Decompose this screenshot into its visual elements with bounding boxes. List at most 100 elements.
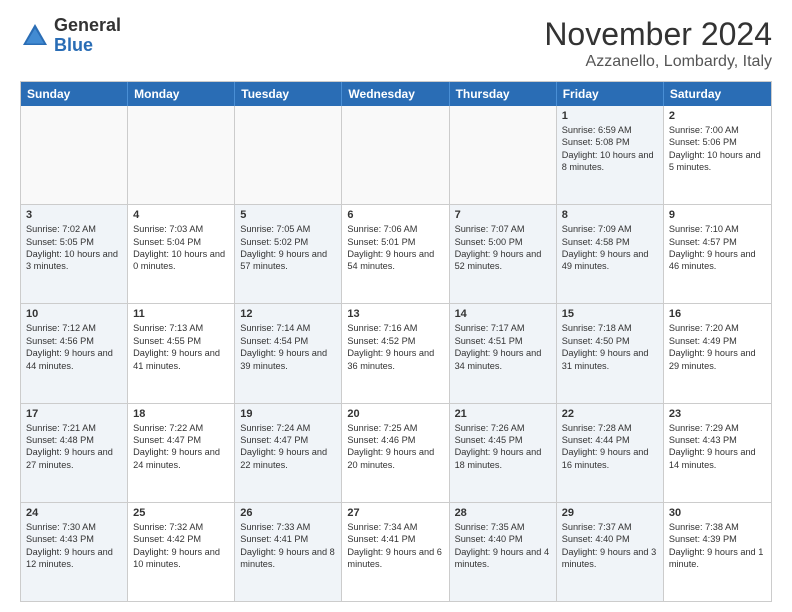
day-number: 7 [455,209,551,221]
location: Azzanello, Lombardy, Italy [544,53,772,71]
day-number: 26 [240,507,336,519]
calendar-cell: 22Sunrise: 7:28 AM Sunset: 4:44 PM Dayli… [557,404,664,502]
day-number: 17 [26,408,122,420]
calendar-cell: 13 Sunrise: 7:16 AM Sunset: 4:52 PM Dayli… [342,304,449,402]
day-info: Sunrise: 7:24 AM Sunset: 4:47 PM Dayligh… [240,422,336,472]
calendar-cell: 27 Sunrise: 7:34 AM Sunset: 4:41 PM Dayli… [342,503,449,601]
day-number: 30 [669,507,766,519]
logo-general: General [54,15,121,35]
calendar-row: 1Sunrise: 6:59 AM Sunset: 5:08 PM Daylig… [21,106,771,205]
day-info: Sunrise: 7:30 AM Sunset: 4:43 PM Dayligh… [26,521,122,571]
weekday-header: Tuesday [235,82,342,106]
calendar-cell [342,106,449,204]
day-number: 13 [347,308,443,320]
day-number: 12 [240,308,336,320]
day-info: Sunrise: 7:22 AM Sunset: 4:47 PM Dayligh… [133,422,229,472]
calendar-cell: 21 Sunrise: 7:26 AM Sunset: 4:45 PM Dayli… [450,404,557,502]
logo-text: General Blue [54,16,121,56]
day-info: Sunrise: 7:26 AM Sunset: 4:45 PM Dayligh… [455,422,551,472]
weekday-header: Sunday [21,82,128,106]
calendar-row: 10 Sunrise: 7:12 AM Sunset: 4:56 PM Dayli… [21,304,771,403]
weekday-header: Thursday [450,82,557,106]
day-number: 27 [347,507,443,519]
day-info: Sunrise: 7:18 AM Sunset: 4:50 PM Dayligh… [562,322,658,372]
calendar-cell: 11 Sunrise: 7:13 AM Sunset: 4:55 PM Dayli… [128,304,235,402]
day-number: 3 [26,209,122,221]
day-number: 10 [26,308,122,320]
calendar-cell [450,106,557,204]
day-number: 4 [133,209,229,221]
day-info: Sunrise: 7:38 AM Sunset: 4:39 PM Dayligh… [669,521,766,571]
calendar-cell [128,106,235,204]
day-info: Sunrise: 7:09 AM Sunset: 4:58 PM Dayligh… [562,223,658,273]
day-number: 25 [133,507,229,519]
header: General Blue November 2024 Azzanello, Lo… [20,16,772,71]
weekday-header: Saturday [664,82,771,106]
calendar-cell: 18 Sunrise: 7:22 AM Sunset: 4:47 PM Dayli… [128,404,235,502]
calendar-cell: 4 Sunrise: 7:03 AM Sunset: 5:04 PM Daylig… [128,205,235,303]
day-info: Sunrise: 7:35 AM Sunset: 4:40 PM Dayligh… [455,521,551,571]
calendar-cell: 28 Sunrise: 7:35 AM Sunset: 4:40 PM Dayli… [450,503,557,601]
calendar-cell: 1Sunrise: 6:59 AM Sunset: 5:08 PM Daylig… [557,106,664,204]
calendar-cell: 16Sunrise: 7:20 AM Sunset: 4:49 PM Dayli… [664,304,771,402]
day-info: Sunrise: 7:29 AM Sunset: 4:43 PM Dayligh… [669,422,766,472]
day-number: 22 [562,408,658,420]
calendar-cell: 17 Sunrise: 7:21 AM Sunset: 4:48 PM Dayli… [21,404,128,502]
day-info: Sunrise: 7:20 AM Sunset: 4:49 PM Dayligh… [669,322,766,372]
day-info: Sunrise: 7:02 AM Sunset: 5:05 PM Dayligh… [26,223,122,273]
day-info: Sunrise: 7:13 AM Sunset: 4:55 PM Dayligh… [133,322,229,372]
day-number: 18 [133,408,229,420]
day-number: 19 [240,408,336,420]
calendar-row: 17 Sunrise: 7:21 AM Sunset: 4:48 PM Dayli… [21,404,771,503]
day-info: Sunrise: 7:17 AM Sunset: 4:51 PM Dayligh… [455,322,551,372]
day-info: Sunrise: 7:34 AM Sunset: 4:41 PM Dayligh… [347,521,443,571]
calendar-cell [21,106,128,204]
day-number: 28 [455,507,551,519]
day-info: Sunrise: 7:25 AM Sunset: 4:46 PM Dayligh… [347,422,443,472]
calendar-cell: 10 Sunrise: 7:12 AM Sunset: 4:56 PM Dayli… [21,304,128,402]
weekday-header: Friday [557,82,664,106]
day-info: Sunrise: 7:16 AM Sunset: 4:52 PM Dayligh… [347,322,443,372]
title-block: November 2024 Azzanello, Lombardy, Italy [544,16,772,71]
calendar-cell: 24 Sunrise: 7:30 AM Sunset: 4:43 PM Dayli… [21,503,128,601]
weekday-header: Wednesday [342,82,449,106]
day-number: 5 [240,209,336,221]
day-number: 24 [26,507,122,519]
day-info: Sunrise: 7:03 AM Sunset: 5:04 PM Dayligh… [133,223,229,273]
calendar-cell: 9 Sunrise: 7:10 AM Sunset: 4:57 PM Daylig… [664,205,771,303]
day-info: Sunrise: 7:00 AM Sunset: 5:06 PM Dayligh… [669,124,766,174]
calendar-cell: 5Sunrise: 7:05 AM Sunset: 5:02 PM Daylig… [235,205,342,303]
day-number: 2 [669,110,766,122]
day-info: Sunrise: 7:10 AM Sunset: 4:57 PM Dayligh… [669,223,766,273]
calendar-cell [235,106,342,204]
weekday-header: Monday [128,82,235,106]
calendar-cell: 26 Sunrise: 7:33 AM Sunset: 4:41 PM Dayli… [235,503,342,601]
day-info: Sunrise: 7:12 AM Sunset: 4:56 PM Dayligh… [26,322,122,372]
month-title: November 2024 [544,16,772,53]
day-number: 15 [562,308,658,320]
day-info: Sunrise: 7:06 AM Sunset: 5:01 PM Dayligh… [347,223,443,273]
day-info: Sunrise: 7:21 AM Sunset: 4:48 PM Dayligh… [26,422,122,472]
day-number: 9 [669,209,766,221]
calendar-cell: 30 Sunrise: 7:38 AM Sunset: 4:39 PM Dayli… [664,503,771,601]
day-info: Sunrise: 7:37 AM Sunset: 4:40 PM Dayligh… [562,521,658,571]
calendar: SundayMondayTuesdayWednesdayThursdayFrid… [20,81,772,602]
day-number: 1 [562,110,658,122]
calendar-cell: 7 Sunrise: 7:07 AM Sunset: 5:00 PM Daylig… [450,205,557,303]
day-number: 21 [455,408,551,420]
logo-icon [20,21,50,51]
day-info: Sunrise: 7:33 AM Sunset: 4:41 PM Dayligh… [240,521,336,571]
calendar-row: 3 Sunrise: 7:02 AM Sunset: 5:05 PM Daylig… [21,205,771,304]
calendar-cell: 29Sunrise: 7:37 AM Sunset: 4:40 PM Dayli… [557,503,664,601]
day-number: 11 [133,308,229,320]
calendar-cell: 25 Sunrise: 7:32 AM Sunset: 4:42 PM Dayli… [128,503,235,601]
day-number: 14 [455,308,551,320]
day-number: 6 [347,209,443,221]
calendar-cell: 19 Sunrise: 7:24 AM Sunset: 4:47 PM Dayli… [235,404,342,502]
day-info: Sunrise: 7:32 AM Sunset: 4:42 PM Dayligh… [133,521,229,571]
calendar-cell: 12Sunrise: 7:14 AM Sunset: 4:54 PM Dayli… [235,304,342,402]
day-number: 20 [347,408,443,420]
day-number: 8 [562,209,658,221]
calendar-body: 1Sunrise: 6:59 AM Sunset: 5:08 PM Daylig… [21,106,771,601]
day-info: Sunrise: 7:07 AM Sunset: 5:00 PM Dayligh… [455,223,551,273]
